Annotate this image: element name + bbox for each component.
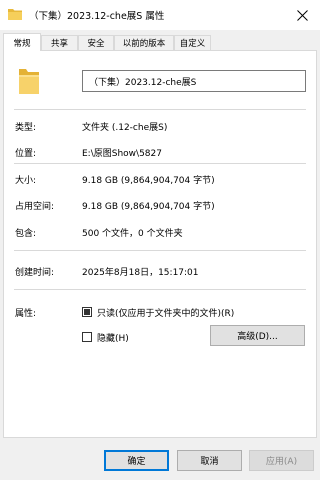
title-bar: （下集）2023.12-che展S 属性: [0, 0, 320, 30]
created-value: 2025年8月18日，15:17:01: [82, 268, 199, 278]
folder-icon: [8, 9, 22, 20]
tab-customize[interactable]: 自定义: [174, 35, 211, 50]
contains-label: 包含:: [15, 229, 37, 239]
readonly-checkbox[interactable]: [82, 307, 92, 317]
divider: [14, 250, 306, 251]
close-icon: [296, 9, 308, 21]
attributes-label: 属性:: [15, 309, 37, 319]
tab-previous-versions[interactable]: 以前的版本: [114, 35, 174, 50]
general-panel: 类型: 文件夹 (.12-che展S) 位置: E:\原图Show\5827 大…: [3, 50, 317, 438]
type-label: 类型:: [15, 123, 37, 133]
size-value: 9.18 GB (9,864,904,704 字节): [82, 176, 215, 186]
cancel-button[interactable]: 取消: [177, 450, 242, 471]
large-folder-icon: [19, 69, 39, 94]
folder-name-input[interactable]: [82, 70, 306, 92]
divider: [14, 109, 306, 110]
tab-general[interactable]: 常规: [3, 33, 41, 51]
window-title: （下集）2023.12-che展S 属性: [29, 11, 165, 22]
tab-sharing[interactable]: 共享: [41, 35, 78, 50]
contains-value: 500 个文件，0 个文件夹: [82, 229, 183, 239]
divider: [14, 163, 306, 164]
apply-button[interactable]: 应用(A): [249, 450, 314, 471]
close-button[interactable]: [284, 0, 320, 30]
hidden-checkbox[interactable]: [82, 332, 92, 342]
location-value: E:\原图Show\5827: [82, 149, 162, 159]
advanced-button[interactable]: 高级(D)...: [210, 325, 305, 346]
ok-button[interactable]: 确定: [104, 450, 169, 471]
size-on-disk-label: 占用空间:: [15, 202, 55, 212]
created-label: 创建时间:: [15, 268, 55, 278]
size-on-disk-value: 9.18 GB (9,864,904,704 字节): [82, 202, 215, 212]
type-value: 文件夹 (.12-che展S): [82, 123, 168, 133]
tab-security[interactable]: 安全: [78, 35, 114, 50]
tab-strip: 常规 共享 安全 以前的版本 自定义: [3, 33, 319, 51]
location-label: 位置:: [15, 149, 37, 159]
divider: [14, 289, 306, 290]
readonly-label[interactable]: 只读(仅应用于文件夹中的文件)(R): [97, 306, 234, 319]
hidden-label[interactable]: 隐藏(H): [97, 331, 129, 344]
size-label: 大小:: [15, 176, 37, 186]
